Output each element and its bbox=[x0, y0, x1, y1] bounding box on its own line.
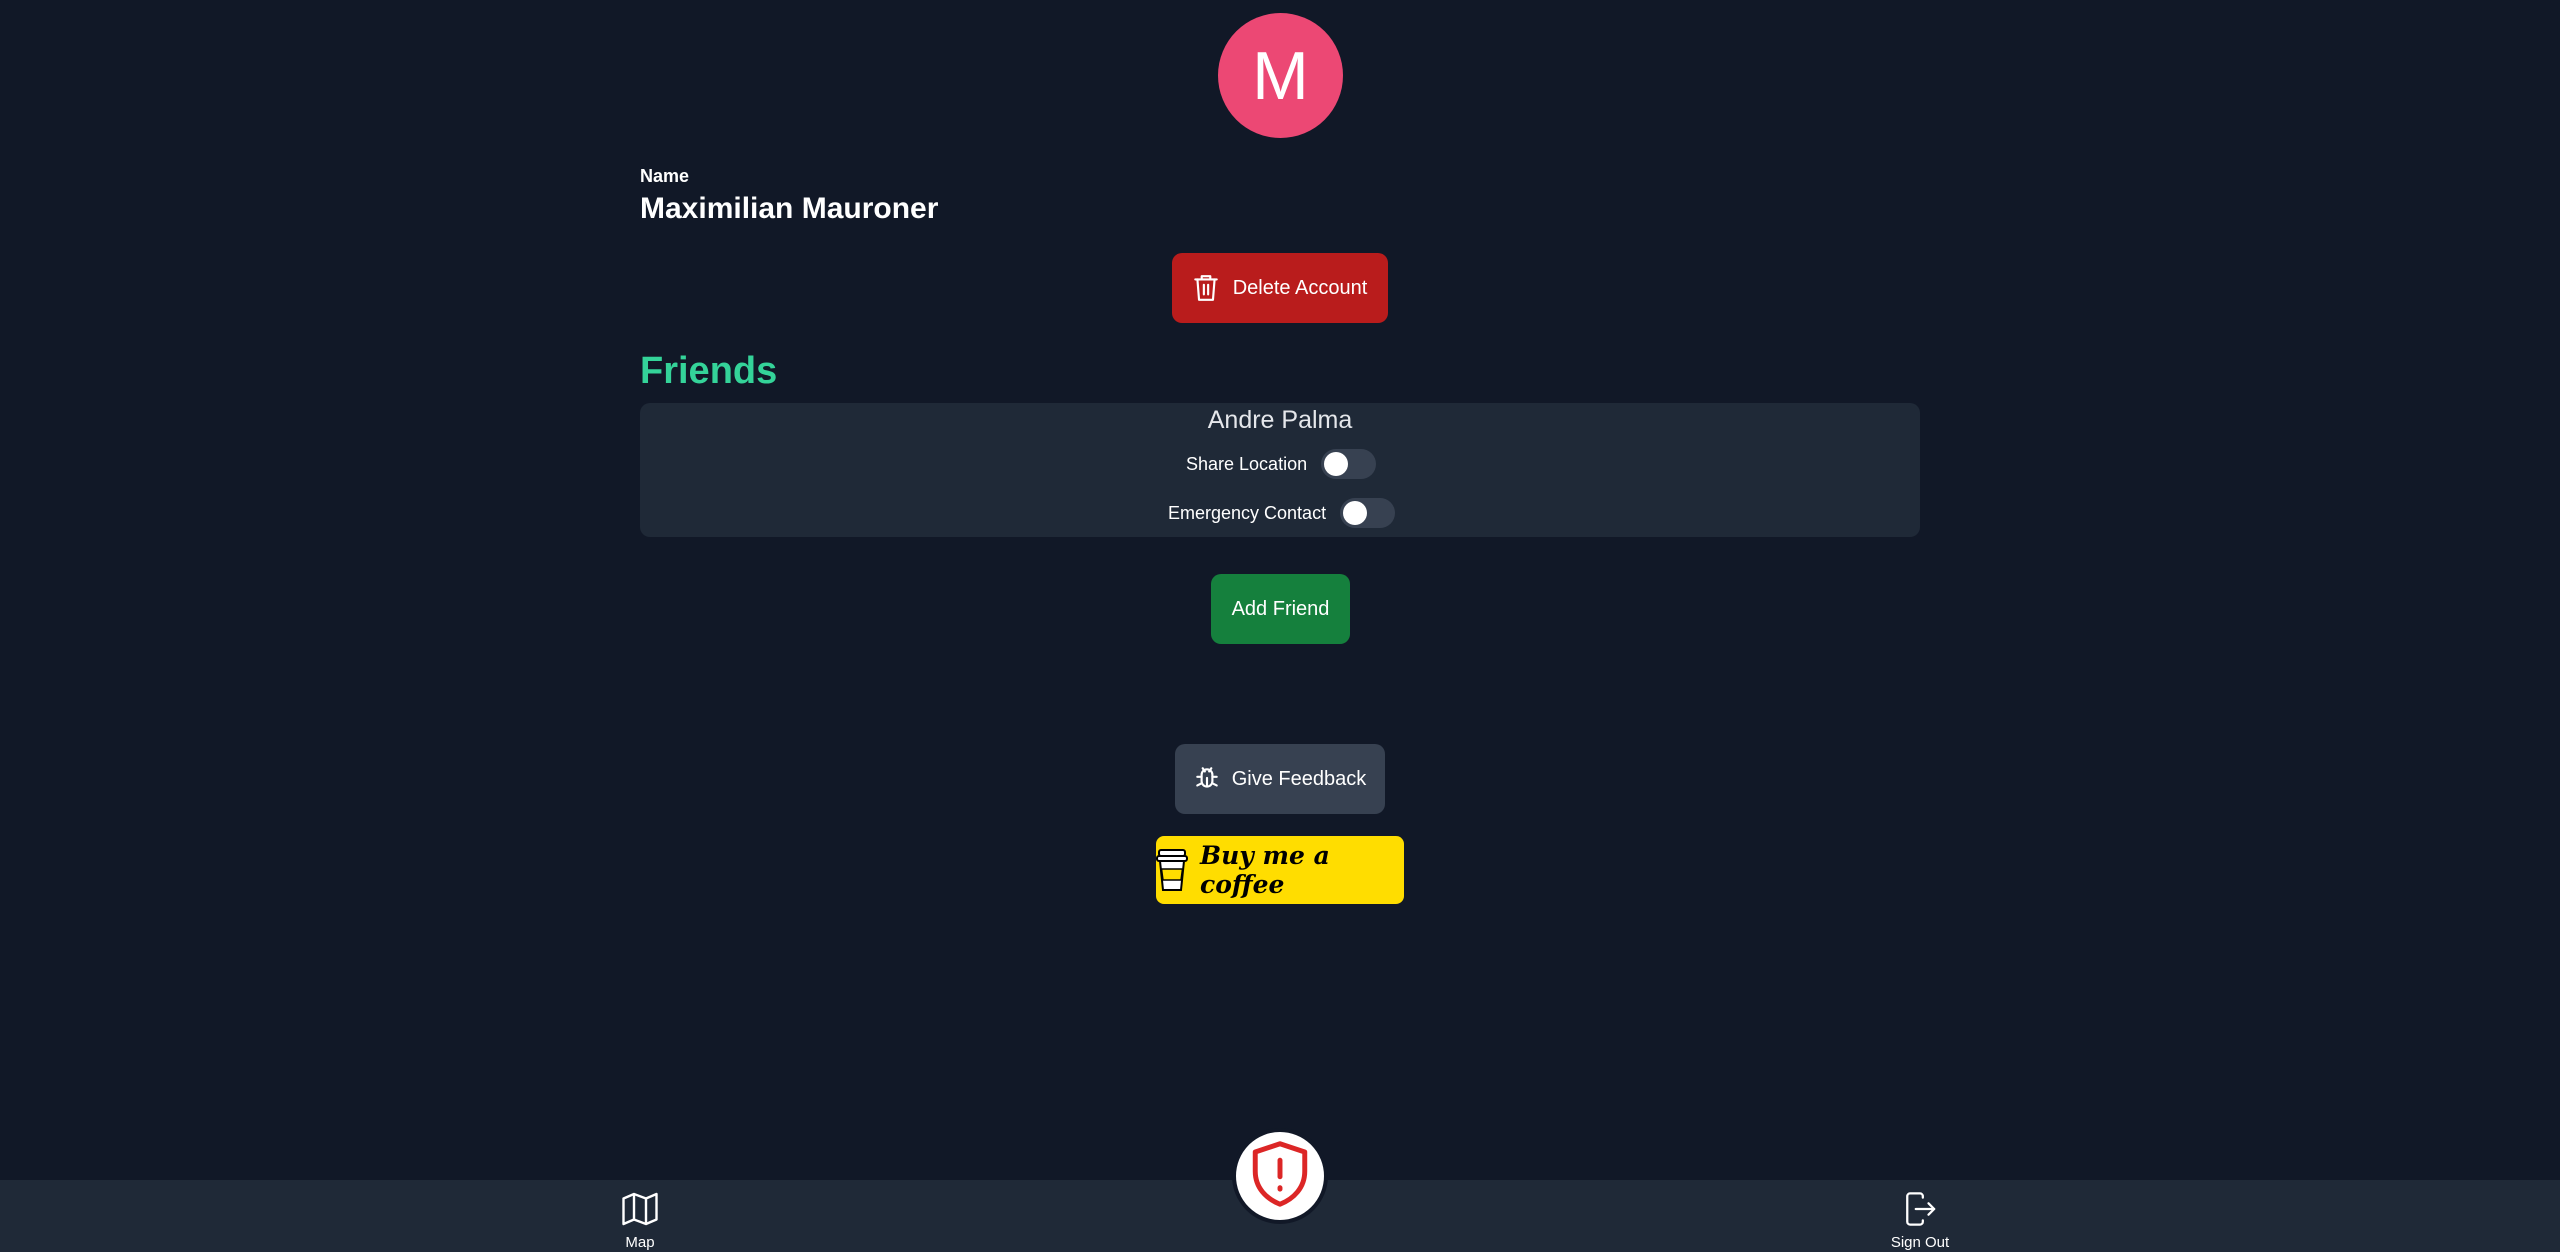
map-icon bbox=[622, 1192, 658, 1230]
toggle-knob bbox=[1343, 501, 1368, 525]
nav-map-label: Map bbox=[625, 1234, 655, 1251]
profile-page: M Name Maximilian Mauroner Delete Accoun… bbox=[0, 0, 2560, 1252]
nav-sign-out[interactable]: Sign Out bbox=[1880, 1192, 1960, 1251]
buy-me-a-coffee-label: Buy me a coffee bbox=[1200, 841, 1330, 899]
delete-account-label: Delete Account bbox=[1232, 276, 1368, 299]
toggle-knob bbox=[1324, 452, 1349, 476]
emergency-contact-row: Emergency Contact bbox=[1168, 498, 1396, 528]
give-feedback-label: Give Feedback bbox=[1231, 767, 1367, 790]
bug-icon bbox=[1194, 765, 1220, 793]
avatar: M bbox=[1218, 13, 1343, 138]
share-location-row: Share Location bbox=[1186, 449, 1377, 479]
add-friend-button[interactable]: Add Friend bbox=[1211, 574, 1350, 644]
share-location-toggle[interactable] bbox=[1321, 449, 1377, 479]
shield-alert-icon bbox=[1247, 1138, 1313, 1215]
trash-icon bbox=[1193, 273, 1219, 303]
delete-account-button[interactable]: Delete Account bbox=[1172, 253, 1388, 323]
name-value: Maximilian Mauroner bbox=[640, 192, 939, 225]
friends-heading: Friends bbox=[640, 350, 778, 392]
share-location-label: Share Location bbox=[1186, 453, 1308, 474]
nav-sign-out-label: Sign Out bbox=[1890, 1234, 1950, 1251]
avatar-initial: M bbox=[1252, 37, 1309, 114]
nav-map[interactable]: Map bbox=[617, 1192, 663, 1251]
emergency-contact-toggle[interactable] bbox=[1340, 498, 1396, 528]
give-feedback-button[interactable]: Give Feedback bbox=[1175, 744, 1385, 814]
sign-out-icon bbox=[1903, 1192, 1937, 1230]
emergency-contact-label: Emergency Contact bbox=[1168, 502, 1327, 523]
buy-me-a-coffee-button[interactable]: Buy me a coffee bbox=[1156, 836, 1404, 904]
coffee-cup-icon bbox=[1156, 848, 1188, 892]
name-label: Name bbox=[640, 166, 690, 186]
sos-alert-button[interactable] bbox=[1232, 1128, 1328, 1224]
friend-name: Andre Palma bbox=[1207, 406, 1353, 434]
